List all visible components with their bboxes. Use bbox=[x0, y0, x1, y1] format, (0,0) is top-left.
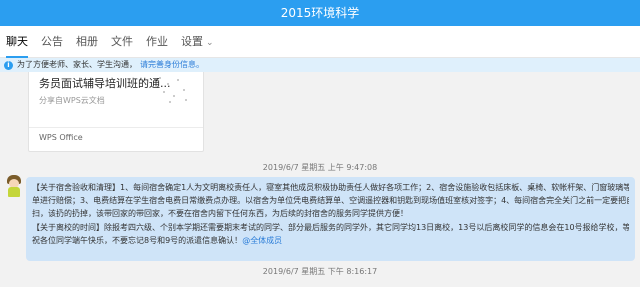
tab-settings[interactable]: 设置 ⌄ bbox=[181, 26, 214, 58]
document-thumbnail-icon bbox=[157, 73, 189, 103]
tab-bar: 聊天 公告 相册 文件 作业 设置 ⌄ bbox=[0, 26, 640, 58]
message-timestamp: 2019/6/7 星期五 上午 9:47:08 bbox=[262, 163, 378, 172]
tab-files[interactable]: 文件 bbox=[111, 26, 133, 58]
file-share-source: 分享自WPS云文档 bbox=[39, 96, 105, 105]
identity-notice-bar: i 为了方便老师、家长、学生沟通， 请完善身份信息。 bbox=[0, 58, 640, 72]
message-text: 祝各位同学端午快乐，不要忘记8号和9号的派遣信息确认！ bbox=[32, 235, 243, 245]
message-line: 【关于离校的时间】除报考四六级、个别本学期还需要期末考试的同学、部分最后服务的同… bbox=[32, 222, 629, 232]
shared-file-card[interactable]: 务员面试辅导培训班的通... 分享自WPS云文档 WPS Office bbox=[28, 72, 204, 152]
avatar[interactable] bbox=[6, 175, 22, 197]
mention-all-link[interactable]: @全体成员 bbox=[242, 236, 282, 245]
message-bubble[interactable]: 【关于宿舍验收和清理】1、每间宿舍确定1人为文明离校责任人，寝室其他成员积极协助… bbox=[26, 177, 635, 261]
file-card-divider bbox=[29, 127, 203, 128]
message-timestamp: 2019/6/7 星期五 下午 8:16:17 bbox=[262, 267, 378, 276]
message-line: 单进行赔偿；3、电费结算在学生宿舍电费日常缴费点办理。以宿舍为单位凭电费结算单、… bbox=[32, 196, 629, 206]
tab-chat[interactable]: 聊天 bbox=[6, 26, 28, 58]
tab-settings-label: 设置 bbox=[181, 34, 203, 48]
message-line: 祝各位同学端午快乐，不要忘记8号和9号的派遣信息确认！@全体成员 bbox=[32, 234, 629, 247]
avatar-body bbox=[8, 187, 20, 197]
file-app-label: WPS Office bbox=[39, 133, 83, 142]
tab-announcements[interactable]: 公告 bbox=[41, 26, 63, 58]
info-icon: i bbox=[4, 60, 13, 70]
complete-identity-link[interactable]: 请完善身份信息。 bbox=[140, 58, 204, 72]
chevron-down-icon: ⌄ bbox=[206, 37, 214, 48]
chat-area[interactable]: 务员面试辅导培训班的通... 分享自WPS云文档 WPS Office 2019… bbox=[0, 72, 640, 287]
message-line: 【关于宿舍验收和清理】1、每间宿舍确定1人为文明离校责任人，寝室其他成员积极协助… bbox=[32, 183, 629, 192]
notice-text: 为了方便老师、家长、学生沟通， bbox=[17, 60, 137, 69]
tab-album[interactable]: 相册 bbox=[76, 26, 98, 58]
window-title: 2015环境科学 bbox=[0, 0, 640, 26]
file-title: 务员面试辅导培训班的通... bbox=[39, 77, 171, 90]
message-line: 扫，该扔的扔掉，该带回家的带回家，不要在宿舍内留下任何东西，为后续的封宿舍的服务… bbox=[32, 209, 408, 219]
tab-homework[interactable]: 作业 bbox=[146, 26, 168, 58]
